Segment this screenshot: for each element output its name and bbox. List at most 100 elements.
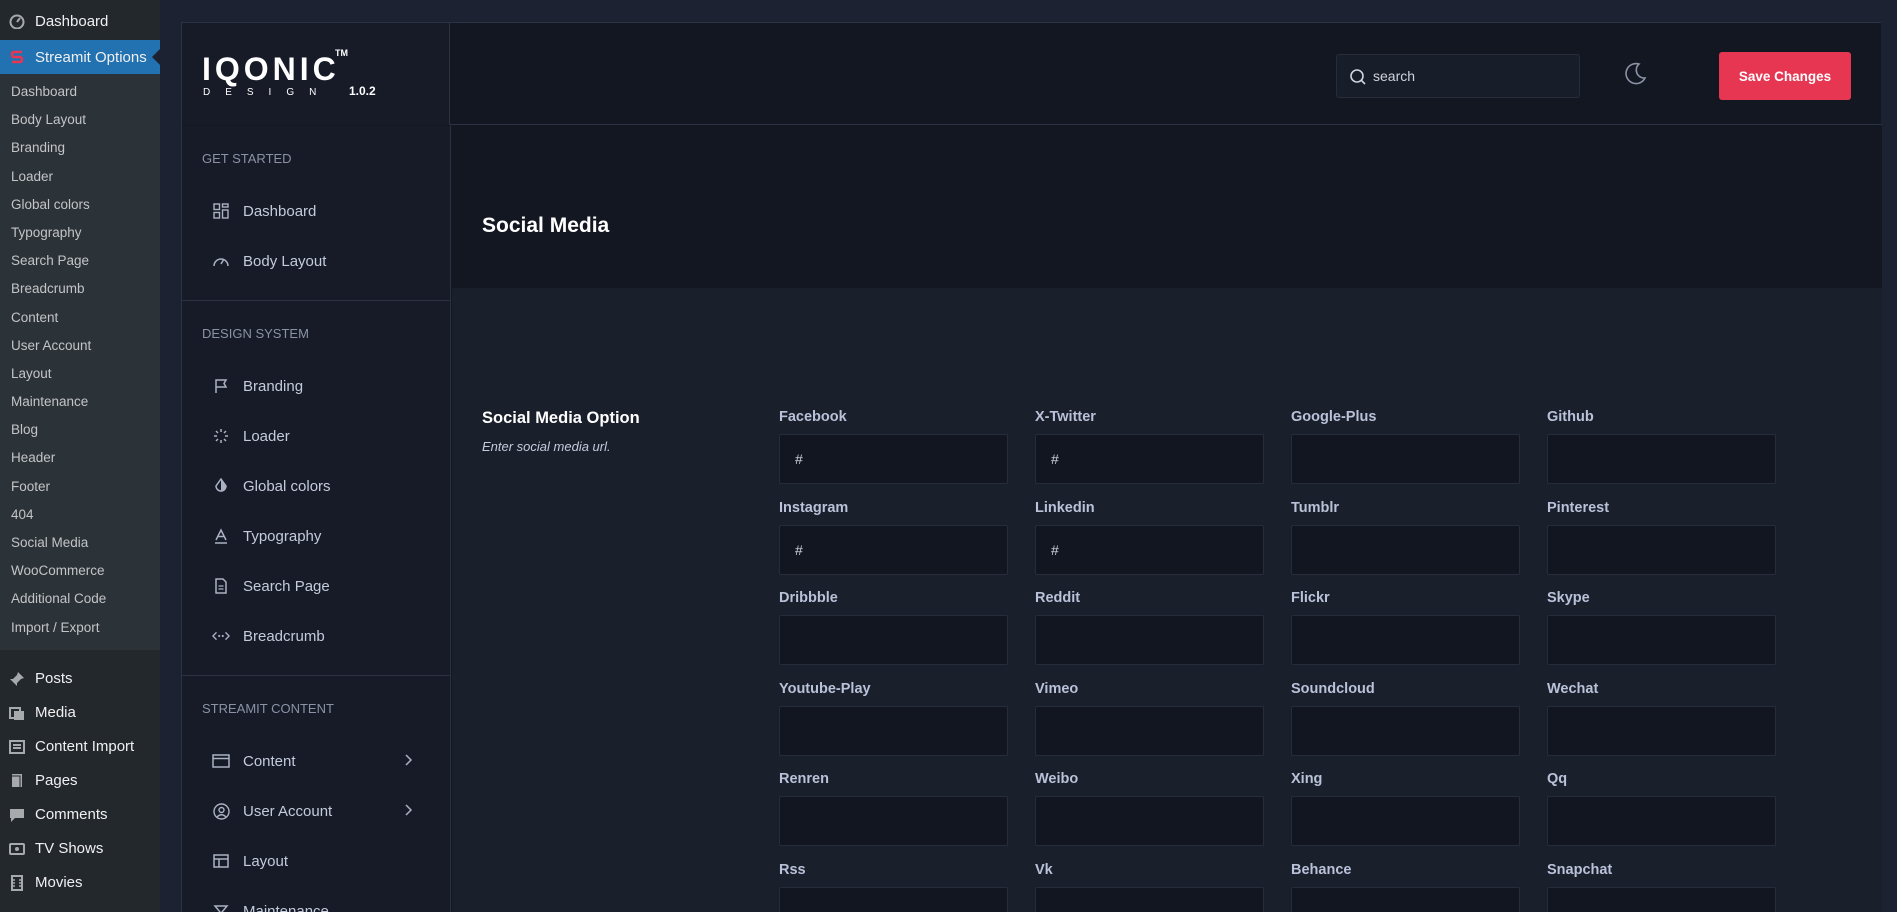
moon-icon[interactable]	[1622, 61, 1648, 92]
field-label: Reddit	[1035, 590, 1081, 606]
nav-item-content[interactable]: Content	[182, 736, 450, 786]
document-icon	[212, 577, 230, 595]
snapchat-url-input[interactable]	[1547, 886, 1776, 912]
wp-menu-content-import[interactable]: Content Import	[0, 730, 160, 764]
chevron-right-icon	[404, 753, 414, 771]
wp-submenu-item[interactable]: Body Layout	[0, 106, 160, 134]
wp-menu-label: Pages	[35, 772, 78, 790]
wp-submenu-item[interactable]: User Account	[0, 332, 160, 360]
wp-submenu-item[interactable]: Layout	[0, 360, 160, 388]
field-behance: Behance	[1291, 861, 1520, 912]
nav-item-branding[interactable]: Branding	[182, 361, 450, 411]
wp-submenu-item[interactable]: Branding	[0, 134, 160, 162]
search-input[interactable]	[1373, 55, 1573, 97]
nav-item-body-layout[interactable]: Body Layout	[182, 236, 450, 286]
rss-url-input[interactable]	[779, 886, 1008, 912]
wp-submenu-item[interactable]: Dashboard	[0, 78, 160, 106]
wp-menu-label: TV Shows	[35, 840, 104, 858]
pin-icon	[8, 670, 26, 688]
field-flickr: Flickr	[1291, 589, 1520, 680]
tumblr-url-input[interactable]	[1291, 524, 1520, 575]
wp-submenu-item[interactable]: WooCommerce	[0, 557, 160, 585]
facebook-url-input[interactable]	[779, 434, 1008, 484]
x-twitter-url-input[interactable]	[1035, 434, 1264, 484]
wp-submenu-item[interactable]: Import / Export	[0, 614, 160, 642]
field-label: Flickr	[1291, 590, 1330, 606]
wp-submenu-item[interactable]: Typography	[0, 219, 160, 247]
wechat-url-input[interactable]	[1547, 705, 1776, 756]
page-header: Social Media	[452, 126, 1882, 288]
wp-submenu-item[interactable]: Header	[0, 444, 160, 472]
field-label: Tumblr	[1291, 499, 1340, 516]
vimeo-url-input[interactable]	[1035, 705, 1264, 756]
field-label: X-Twitter	[1035, 409, 1096, 425]
wp-menu-dashboard[interactable]: Dashboard	[0, 10, 160, 32]
wp-submenu-item[interactable]: Loader	[0, 163, 160, 191]
wp-menu-comments[interactable]: Comments	[0, 798, 160, 832]
tv-icon	[8, 840, 26, 858]
streamit-icon	[8, 48, 26, 66]
nav-item-global-colors[interactable]: Global colors	[182, 461, 450, 511]
wp-menu-posts[interactable]: Posts	[0, 662, 160, 696]
wp-submenu-item[interactable]: Additional Code	[0, 585, 160, 613]
wp-submenu-item[interactable]: Maintenance	[0, 388, 160, 416]
field-label: Renren	[779, 771, 829, 787]
nav-item-typography[interactable]: Typography	[182, 511, 450, 561]
wp-menu-tv-shows[interactable]: TV Shows	[0, 832, 160, 866]
vk-url-input[interactable]	[1035, 886, 1264, 912]
field-label: Qq	[1547, 771, 1568, 787]
page-title: Social Media	[482, 214, 610, 237]
wp-submenu-item[interactable]: Global colors	[0, 191, 160, 219]
wp-menu-streamit-options[interactable]: Streamit Options	[0, 40, 160, 74]
wp-submenu-item[interactable]: Content	[0, 304, 160, 332]
wp-submenu-item[interactable]: Search Page	[0, 247, 160, 275]
pinterest-url-input[interactable]	[1547, 524, 1776, 575]
wp-menu-movies[interactable]: Movies	[0, 866, 160, 900]
nav-item-user-account[interactable]: User Account	[182, 786, 450, 836]
qq-url-input[interactable]	[1547, 796, 1776, 846]
wp-submenu-item[interactable]: Breadcrumb	[0, 275, 160, 303]
user-circle-icon	[212, 802, 230, 820]
dribbble-url-input[interactable]	[779, 615, 1008, 665]
skype-url-input[interactable]	[1547, 615, 1776, 665]
field-xing: Xing	[1291, 770, 1520, 861]
soundcloud-url-input[interactable]	[1291, 705, 1520, 756]
options-nav: GET STARTED Dashboard Body Layout DESIGN…	[182, 126, 451, 912]
linkedin-url-input[interactable]	[1035, 524, 1264, 575]
google-plus-url-input[interactable]	[1291, 434, 1520, 484]
options-topbar: IQONIC TM DESIGN 1.0.2 Save Changes	[182, 23, 1882, 125]
nav-item-label: Search Page	[243, 577, 330, 595]
reddit-url-input[interactable]	[1035, 615, 1264, 665]
import-icon	[8, 738, 26, 756]
github-url-input[interactable]	[1547, 434, 1776, 484]
field-label: Weibo	[1035, 771, 1079, 787]
field-soundcloud: Soundcloud	[1291, 680, 1520, 771]
save-changes-button[interactable]: Save Changes	[1719, 52, 1851, 100]
behance-url-input[interactable]	[1291, 886, 1520, 912]
renren-url-input[interactable]	[779, 796, 1008, 846]
color-drop-icon	[212, 477, 230, 495]
instagram-url-input[interactable]	[779, 524, 1008, 575]
flickr-url-input[interactable]	[1291, 615, 1520, 665]
wp-submenu-item[interactable]: Footer	[0, 473, 160, 501]
youtube-play-url-input[interactable]	[779, 705, 1008, 756]
field-google-plus: Google-Plus	[1291, 408, 1520, 499]
wp-submenu-item[interactable]: Blog	[0, 416, 160, 444]
field-label: Github	[1547, 409, 1594, 425]
weibo-url-input[interactable]	[1035, 796, 1264, 846]
field-facebook: Facebook	[779, 408, 1008, 499]
field-label: Instagram	[779, 499, 849, 516]
nav-item-layout[interactable]: Layout	[182, 836, 450, 886]
field-label: Linkedin	[1035, 499, 1095, 516]
nav-item-maintenance[interactable]: Maintenance	[182, 886, 450, 912]
field-label: Wechat	[1547, 680, 1599, 697]
nav-item-loader[interactable]: Loader	[182, 411, 450, 461]
xing-url-input[interactable]	[1291, 796, 1520, 846]
nav-item-search-page[interactable]: Search Page	[182, 561, 450, 611]
wp-submenu-item[interactable]: 404	[0, 501, 160, 529]
nav-item-breadcrumb[interactable]: Breadcrumb	[182, 611, 450, 661]
wp-menu-pages[interactable]: Pages	[0, 764, 160, 798]
wp-submenu-item[interactable]: Social Media	[0, 529, 160, 557]
wp-menu-media[interactable]: Media	[0, 696, 160, 730]
nav-item-dashboard[interactable]: Dashboard	[182, 186, 450, 236]
